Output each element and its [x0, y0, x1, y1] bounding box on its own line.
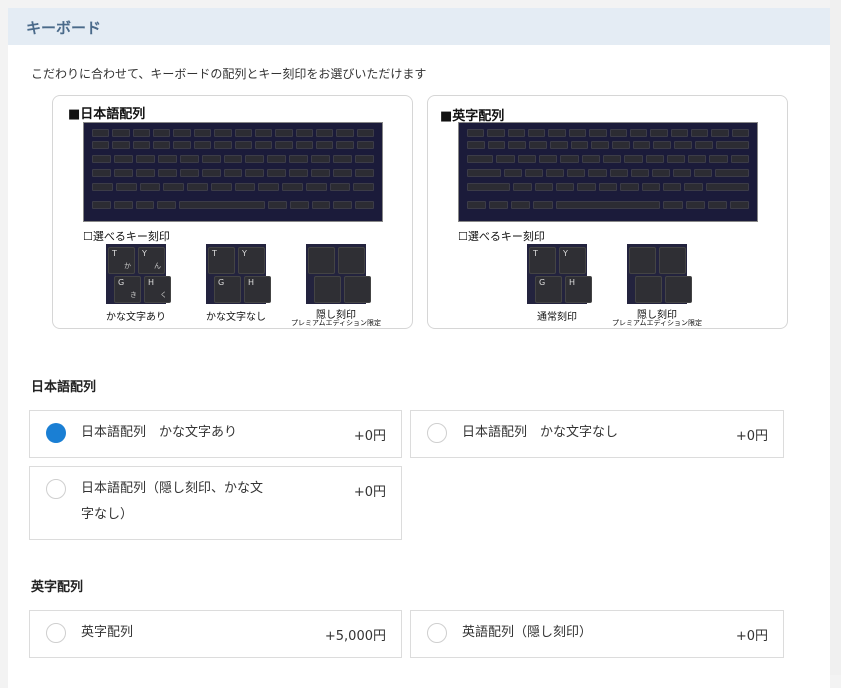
en-zoom-hidden — [627, 244, 692, 304]
option-label-line2: 字なし） — [81, 507, 134, 522]
jp-zoom-hidden — [306, 244, 371, 304]
en-layout-card: ■英字配列 ☐選べるキー刻印 T Y G H 通常刻印 隠し刻印 プレミアムエデ… — [427, 95, 788, 329]
option-en-standard[interactable]: 英字配列 +5,000円 — [29, 610, 402, 658]
jp-section-title: 日本語配列 — [31, 380, 97, 395]
option-price: +0円 — [353, 485, 386, 500]
option-price: +0円 — [735, 629, 768, 644]
option-label-line1: 日本語配列（隠し刻印、かな文 — [81, 481, 264, 496]
option-label: 英字配列 — [81, 625, 134, 640]
radio-jp-nokana[interactable] — [427, 423, 447, 443]
en-zoom-normal-caption: 通常刻印 — [537, 312, 577, 323]
option-price: +0円 — [353, 429, 386, 444]
option-jp-nokana[interactable]: 日本語配列 かな文字なし +0円 — [410, 410, 784, 458]
jp-card-title: ■日本語配列 — [68, 107, 146, 122]
radio-jp-kana[interactable] — [46, 423, 66, 443]
jp-zoom-hidden-sub: プレミアムエディション限定 — [290, 319, 382, 327]
option-jp-kana[interactable]: 日本語配列 かな文字あり +0円 — [29, 410, 402, 458]
jp-layout-card: ■日本語配列 ☐選べるキー刻印 Tか Yん Gき Hく かな文字あり T Y G… — [52, 95, 413, 329]
option-label: 英語配列（隠し刻印） — [462, 625, 593, 640]
jp-zoom-kana: Tか Yん Gき Hく — [106, 244, 171, 304]
jp-selectable-label: ☐選べるキー刻印 — [83, 230, 170, 243]
section-header: キーボード — [8, 8, 830, 45]
en-selectable-label: ☐選べるキー刻印 — [458, 230, 545, 243]
jp-zoom-nokana-caption: かな文字なし — [206, 312, 266, 323]
option-label: 日本語配列 かな文字あり — [81, 425, 238, 440]
en-keyboard-image — [458, 122, 758, 222]
en-zoom-normal: T Y G H — [527, 244, 592, 304]
option-jp-hidden[interactable]: 日本語配列（隠し刻印、かな文 字なし） +0円 — [29, 466, 402, 540]
radio-jp-hidden[interactable] — [46, 479, 66, 499]
radio-en-hidden[interactable] — [427, 623, 447, 643]
en-section-title: 英字配列 — [31, 580, 84, 595]
option-label: 日本語配列 かな文字なし — [462, 425, 619, 440]
section-title: キーボード — [26, 19, 102, 37]
option-en-hidden[interactable]: 英語配列（隠し刻印） +0円 — [410, 610, 784, 658]
radio-en-standard[interactable] — [46, 623, 66, 643]
option-price: +5,000円 — [324, 629, 386, 644]
jp-keyboard-image — [83, 122, 383, 222]
en-zoom-hidden-sub: プレミアムエディション限定 — [611, 319, 703, 327]
intro-text: こだわりに合わせて、キーボードの配列とキー刻印をお選びいただけます — [31, 67, 427, 81]
jp-zoom-kana-caption: かな文字あり — [106, 312, 166, 323]
jp-zoom-nokana: T Y G H — [206, 244, 271, 304]
option-price: +0円 — [735, 429, 768, 444]
scrollbar[interactable] — [830, 0, 841, 675]
